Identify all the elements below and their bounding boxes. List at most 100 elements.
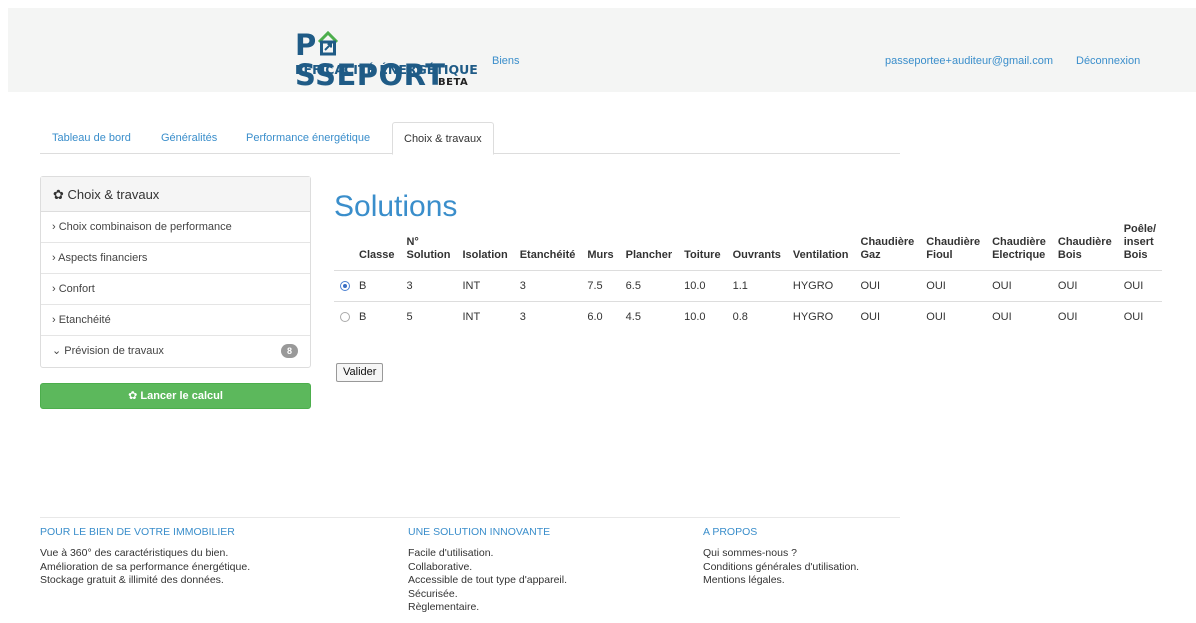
- footer-heading[interactable]: UNE SOLUTION INNOVANTE: [408, 526, 567, 538]
- solution-radio[interactable]: [340, 311, 350, 322]
- footer-line: Stockage gratuit & illimité des données.: [40, 574, 224, 586]
- footer-link-qui-sommes-nous[interactable]: Qui sommes-nous ?: [703, 547, 859, 561]
- column-header-line: [626, 223, 672, 236]
- footer-col-solution: UNE SOLUTION INNOVANTE Facile d'utilisat…: [408, 526, 567, 615]
- table-cell: OUI: [854, 270, 921, 302]
- column-header-line: Plancher: [625, 249, 673, 261]
- column-header-line: [926, 223, 980, 236]
- tab-tableau-de-bord[interactable]: Tableau de bord: [41, 122, 142, 154]
- table-row[interactable]: B 5 INT 3 6.0 4.5 10.0 0.8 HYGRO OUI OUI OUI OUI OUI: [334, 301, 1163, 333]
- sidebar-item-prevision-travaux[interactable]: ⌄ Prévision de travaux 8: [41, 336, 310, 367]
- column-header-line: Isolation: [462, 249, 508, 261]
- column-header-line: Solution: [406, 249, 451, 261]
- column-header-line: Etanchéité: [519, 249, 576, 261]
- column-header: Etanchéité: [514, 223, 582, 271]
- column-header-line: [462, 223, 507, 236]
- table-cell: 0.8: [726, 301, 787, 333]
- column-header: Murs: [581, 223, 619, 271]
- column-header-line: [626, 236, 672, 249]
- column-header: Plancher: [620, 223, 678, 271]
- logout-link[interactable]: Déconnexion: [1076, 55, 1140, 67]
- column-header: N° Solution: [400, 223, 456, 271]
- table-cell: 4.5: [619, 301, 679, 333]
- column-header-line: [684, 236, 720, 249]
- column-header-line: [406, 223, 450, 236]
- tab-performance-energetique[interactable]: Performance énergétique: [235, 122, 381, 154]
- column-header-line: Ventilation: [792, 249, 849, 261]
- top-navbar: PSSEPORT EFFICACITÉ ÉNERGÉTIQUE BETA Bie…: [8, 8, 1196, 92]
- nav-biens-link[interactable]: Biens: [492, 55, 520, 67]
- column-header-line: Poêle/: [1123, 223, 1157, 235]
- column-header-line: [587, 236, 613, 249]
- column-header-line: Bois: [1123, 249, 1148, 261]
- sidebar-item-etancheite[interactable]: › Etanchéité: [41, 305, 310, 336]
- table-cell: HYGRO: [786, 270, 855, 302]
- column-header-line: [684, 223, 720, 236]
- footer-link-mentions-legales[interactable]: Mentions légales.: [703, 574, 859, 588]
- tab-generalites[interactable]: Généralités: [150, 122, 228, 154]
- column-header-line: Electrique: [992, 249, 1046, 261]
- table-cell: 7.5: [581, 270, 620, 302]
- column-header-line: Chaudière: [1057, 236, 1112, 248]
- table-cell: OUI: [920, 301, 987, 333]
- site-logo[interactable]: PSSEPORT EFFICACITÉ ÉNERGÉTIQUE BETA: [295, 30, 478, 96]
- footer-line: Règlementaire.: [408, 601, 480, 613]
- page-title: Solutions: [334, 190, 458, 223]
- sidebar-item-confort[interactable]: › Confort: [41, 274, 310, 305]
- column-header: Isolation: [456, 223, 513, 271]
- column-header-line: Chaudière: [992, 236, 1046, 248]
- sidebar-item-aspects-financiers[interactable]: › Aspects financiers: [41, 243, 310, 274]
- column-header-line: [340, 223, 350, 236]
- logo-beta-label: BETA: [438, 77, 469, 88]
- solution-radio[interactable]: [340, 280, 350, 291]
- footer-heading[interactable]: POUR LE BIEN DE VOTRE IMMOBILIER: [40, 526, 250, 538]
- table-cell: 3: [400, 270, 457, 302]
- column-header-line: [587, 223, 613, 236]
- table-cell: OUI: [920, 270, 987, 302]
- column-header-line: [992, 223, 1046, 236]
- row-select-cell: [334, 301, 353, 333]
- footer-line: Accessible de tout type d'appareil.: [408, 574, 568, 586]
- table-cell: OUI: [986, 301, 1052, 333]
- user-email-link[interactable]: passeportee+auditeur@gmail.com: [885, 55, 1053, 67]
- column-header-line: [520, 223, 576, 236]
- run-calculation-button[interactable]: ✿ Lancer le calcul: [40, 383, 311, 409]
- logo-subtitle: EFFICACITÉ ÉNERGÉTIQUE: [295, 62, 478, 77]
- footer-link-cgu[interactable]: Conditions générales d'utilisation.: [703, 561, 859, 575]
- column-header-line: Fioul: [926, 249, 953, 261]
- table-cell: OUI: [1051, 270, 1118, 302]
- table-cell: OUI: [854, 301, 921, 333]
- column-header-line: [359, 223, 394, 236]
- table-row[interactable]: B 3 INT 3 7.5 6.5 10.0 1.1 HYGRO OUI OUI OUI OUI OUI: [334, 270, 1163, 302]
- validate-button[interactable]: Valider: [336, 363, 384, 382]
- column-header-line: Ouvrants: [732, 249, 781, 261]
- table-cell: 3: [513, 301, 582, 333]
- column-header: Chaudière Bois: [1052, 223, 1118, 271]
- column-header-line: [861, 223, 915, 236]
- footer-heading[interactable]: A PROPOS: [703, 526, 859, 538]
- footer-line: Amélioration de sa performance énergétiq…: [40, 560, 251, 573]
- table-cell: INT: [456, 301, 514, 333]
- sidebar-item-choix-combinaison[interactable]: › Choix combinaison de performance: [41, 212, 310, 243]
- column-header-line: Chaudière: [860, 236, 915, 248]
- footer-line: Sécurisée.: [408, 587, 458, 600]
- table-cell: 1.1: [726, 270, 787, 302]
- column-header-line: [520, 236, 576, 249]
- column-header: Ouvrants: [727, 223, 787, 271]
- column-header-line: [340, 236, 350, 249]
- table-cell: B: [353, 301, 401, 333]
- column-header: Chaudière Fioul: [920, 223, 986, 271]
- footer: POUR LE BIEN DE VOTRE IMMOBILIER Vue à 3…: [40, 517, 900, 613]
- solutions-table: Classe N° Solution Isolation Etanchéité Murs P…: [334, 223, 1163, 333]
- footer-col-bien: POUR LE BIEN DE VOTRE IMMOBILIER Vue à 3…: [40, 526, 250, 588]
- tab-choix-travaux[interactable]: Choix & travaux: [392, 122, 494, 155]
- column-header-line: Toiture: [684, 249, 721, 261]
- column-header: Chaudière Gaz: [855, 223, 921, 271]
- column-header-line: Gaz: [860, 249, 881, 261]
- column-header-line: [733, 236, 781, 249]
- table-cell: OUI: [1051, 301, 1118, 333]
- column-header-line: [359, 236, 394, 249]
- footer-col-apropos: A PROPOS Qui sommes-nous ? Conditions gé…: [703, 526, 859, 588]
- column-header: Ventilation: [787, 223, 855, 271]
- column-header-line: Chaudière: [926, 236, 981, 248]
